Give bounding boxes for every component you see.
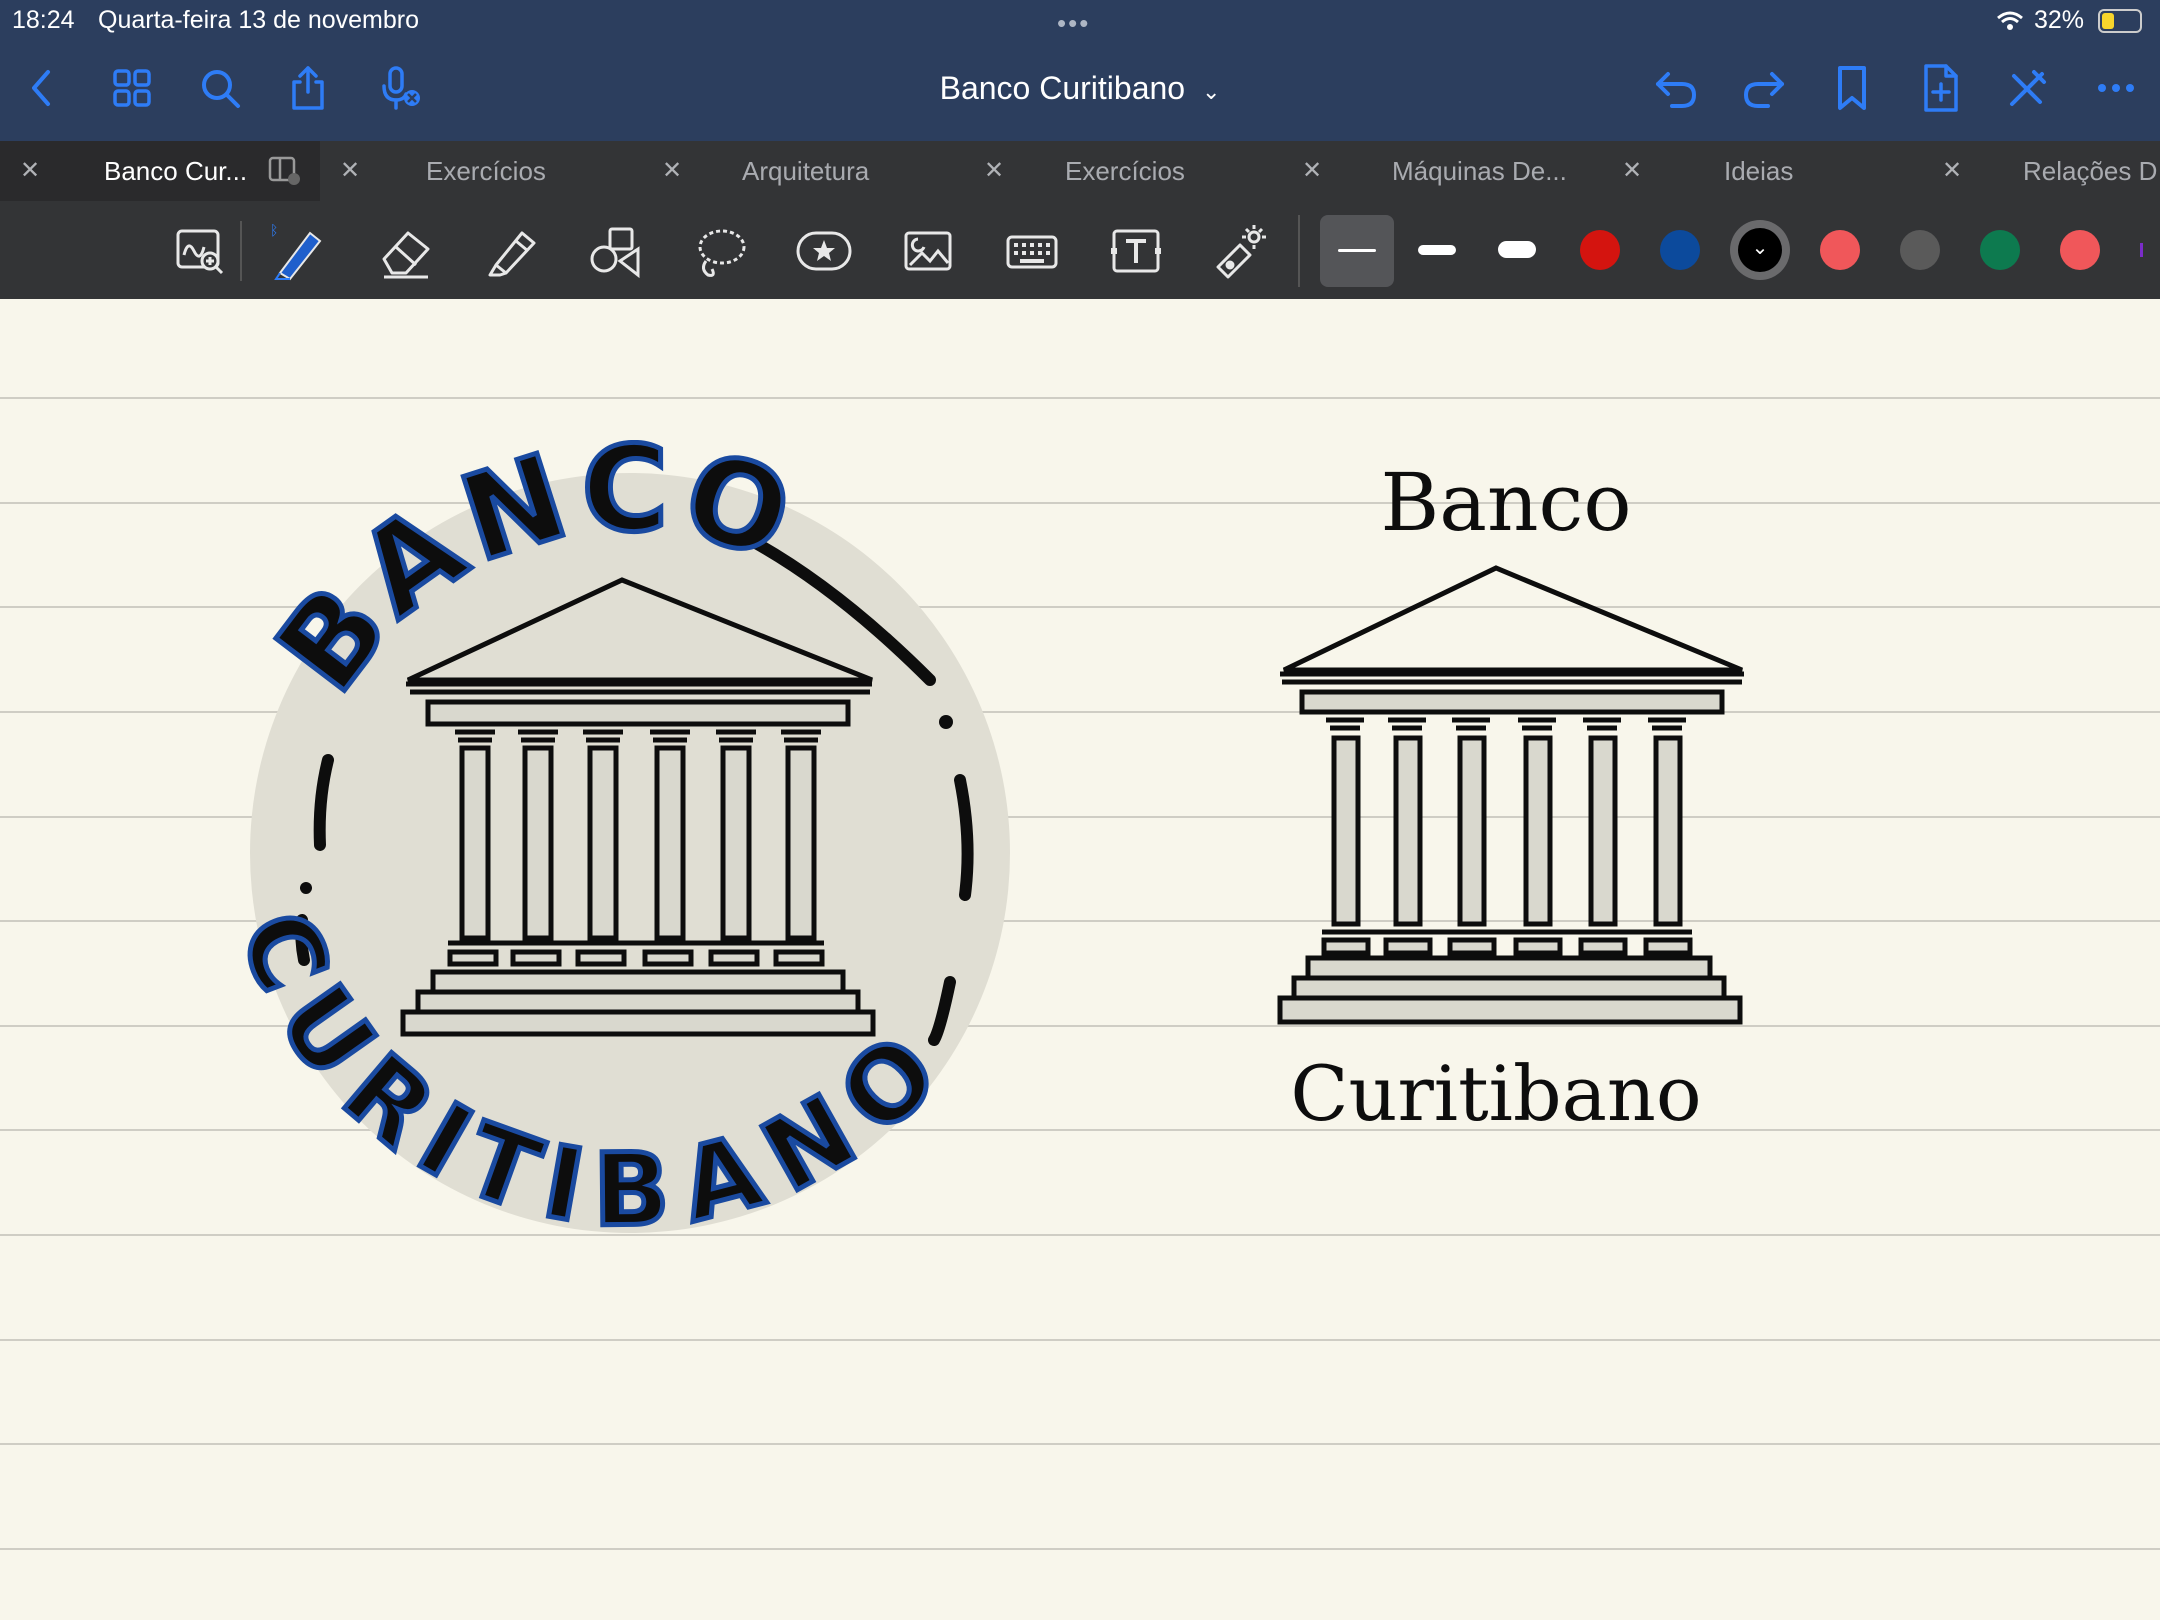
ruled-line (0, 1443, 2160, 1445)
pen-icon[interactable]: ᛒ (270, 221, 330, 281)
tab-arquitetura[interactable]: ✕ Arquitetura (642, 141, 964, 201)
split-view-icon[interactable] (268, 155, 302, 187)
back-icon[interactable] (12, 58, 72, 118)
ruled-line (0, 397, 2160, 399)
hand-drawn-bank-logo[interactable]: BANCO CURITIBANO (230, 440, 1030, 1240)
chevron-down-icon: ⌄ (1738, 228, 1782, 272)
status-date: Quarta-feira 13 de novembro (98, 6, 420, 34)
battery-icon (2098, 9, 2142, 33)
tab-label: Relações D (2023, 156, 2158, 186)
image-icon[interactable] (898, 221, 958, 281)
highlighter-icon[interactable] (482, 221, 542, 281)
color-black-swatch-selected[interactable]: ⌄ (1730, 220, 1790, 280)
tab-label: Ideias (1724, 156, 1794, 186)
eraser-icon[interactable] (376, 221, 436, 281)
tab-label: Exercícios (426, 156, 546, 186)
shapes-icon[interactable] (586, 221, 646, 281)
top-bar: 18:24 Quarta-feira 13 de novembro ••• 32… (0, 0, 2160, 141)
color-gray-swatch[interactable] (1900, 230, 1940, 270)
bookmark-icon[interactable] (1822, 58, 1882, 118)
logo-top-text: Banco (1381, 470, 1632, 549)
ruled-line (0, 1339, 2160, 1341)
tab-label: Máquinas De... (1392, 156, 1567, 186)
multitasking-dots-icon[interactable]: ••• (1057, 8, 1090, 39)
search-icon[interactable] (190, 58, 250, 118)
sticker-icon[interactable] (794, 221, 854, 281)
document-title-text: Banco Curitibano (939, 70, 1186, 106)
redo-icon[interactable] (1734, 58, 1794, 118)
lasso-icon[interactable] (690, 221, 750, 281)
ruled-line (0, 1548, 2160, 1550)
keyboard-icon[interactable] (1002, 221, 1062, 281)
wifi-icon (1997, 11, 2023, 30)
color-coral-swatch-2[interactable] (2060, 230, 2100, 270)
tab-banco-curitibano[interactable]: ✕ Banco Cur... (0, 141, 320, 201)
tab-exercicios[interactable]: ✕ Exercícios (320, 141, 642, 201)
close-tab-icon[interactable]: ✕ (340, 141, 360, 201)
tab-label: Exercícios (1065, 156, 1185, 186)
tab-bar: ✕ Banco Cur... ✕ Exercícios ✕ Arquitetur… (0, 141, 2160, 201)
laser-pointer-icon[interactable] (1210, 221, 1270, 281)
tab-maquinas[interactable]: ✕ Máquinas De... (1282, 141, 1602, 201)
typed-bank-logo[interactable]: Banco Curitibano (1250, 470, 1770, 1170)
toolbar-divider (240, 221, 242, 281)
more-options-icon[interactable] (2086, 58, 2146, 118)
pencil-mode-icon[interactable] (1998, 58, 2058, 118)
undo-icon[interactable] (1646, 58, 1706, 118)
stroke-thin-button[interactable] (1320, 215, 1394, 287)
voice-recording-icon[interactable] (370, 58, 430, 118)
close-tab-icon[interactable]: ✕ (20, 141, 40, 201)
document-title[interactable]: Banco Curitibano ⌄ (880, 62, 1280, 118)
stroke-thick-button[interactable] (1498, 241, 1536, 258)
close-tab-icon[interactable]: ✕ (1302, 141, 1322, 201)
battery-percent: 32% (2034, 6, 2085, 34)
color-green-swatch[interactable] (1980, 230, 2020, 270)
share-icon[interactable] (278, 58, 338, 118)
close-tab-icon[interactable]: ✕ (662, 141, 682, 201)
temple-drawing (1277, 565, 1744, 1025)
svg-text:ᛒ: ᛒ (270, 223, 278, 239)
grid-view-icon[interactable] (102, 58, 162, 118)
tab-relacoes[interactable]: ✕ Relações D (1922, 141, 2160, 201)
add-page-icon[interactable] (1910, 58, 1970, 118)
toolbar-divider (1298, 215, 1300, 287)
drawing-toolbar: ᛒ ⌄ (0, 201, 2160, 299)
color-purple-swatch-partial[interactable] (2140, 243, 2143, 257)
zoom-window-icon[interactable] (170, 221, 230, 281)
text-box-icon[interactable] (1106, 221, 1166, 281)
close-tab-icon[interactable]: ✕ (984, 141, 1004, 201)
logo-bottom-text: Curitibano (1290, 1049, 1701, 1138)
tab-label: Arquitetura (742, 156, 870, 186)
color-blue-swatch[interactable] (1660, 230, 1700, 270)
color-coral-swatch[interactable] (1820, 230, 1860, 270)
status-time: 18:24 (12, 6, 75, 34)
color-red-swatch[interactable] (1580, 230, 1620, 270)
close-tab-icon[interactable]: ✕ (1622, 141, 1642, 201)
close-tab-icon[interactable]: ✕ (1942, 141, 1962, 201)
tab-exercicios-2[interactable]: ✕ Exercícios (964, 141, 1282, 201)
tab-ideias[interactable]: ✕ Ideias (1602, 141, 1922, 201)
chevron-down-icon: ⌄ (1201, 79, 1221, 104)
tab-label: Banco Cur... (104, 156, 248, 186)
stroke-medium-button[interactable] (1418, 245, 1456, 255)
